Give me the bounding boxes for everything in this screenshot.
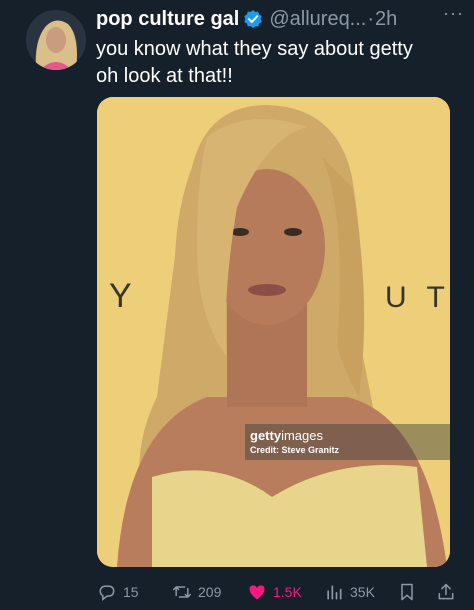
share-button[interactable] xyxy=(436,580,462,604)
views-count: 35K xyxy=(350,584,375,600)
watermark-credit: Credit: Steve Granitz xyxy=(250,445,340,455)
more-icon[interactable]: ··· xyxy=(443,3,464,24)
backdrop-letter-left: Y xyxy=(109,277,132,315)
timestamp[interactable]: 2h xyxy=(375,8,397,31)
views-button[interactable]: 35K xyxy=(324,580,375,604)
getty-watermark: gettyimages Credit: Steve Granitz xyxy=(245,424,450,460)
like-button[interactable]: 1.5K xyxy=(247,580,302,604)
tweet-header: pop culture gal @allureq... · 2h xyxy=(96,6,466,32)
like-count: 1.5K xyxy=(273,584,302,600)
like-icon xyxy=(249,585,265,600)
bookmark-button[interactable] xyxy=(397,580,423,604)
action-bar: 15 209 1.5K 35K xyxy=(92,580,472,606)
bookmark-icon xyxy=(401,583,413,601)
tweet-text-line: you know what they say about getty xyxy=(96,38,413,60)
watermark-brand: gettyimages xyxy=(250,428,323,443)
views-icon xyxy=(327,585,342,600)
repost-button[interactable]: 209 xyxy=(172,580,221,604)
tweet-photo[interactable]: Y U T Y gettyimages Credit: Steve Granit… xyxy=(97,97,450,567)
avatar[interactable] xyxy=(26,10,86,70)
reply-icon xyxy=(99,585,115,602)
repost-count: 209 xyxy=(198,584,222,600)
handle[interactable]: @allureq... xyxy=(269,8,366,31)
backdrop-letters-right: U T Y xyxy=(385,281,450,314)
separator: · xyxy=(367,7,375,30)
tweet-text: you know what they say about getty oh lo… xyxy=(96,36,466,90)
reply-button[interactable]: 15 xyxy=(97,580,139,604)
avatar-image xyxy=(26,10,86,70)
repost-icon xyxy=(172,586,192,598)
reply-count: 15 xyxy=(123,584,139,600)
verified-badge-icon xyxy=(243,9,263,29)
display-name[interactable]: pop culture gal xyxy=(96,8,239,31)
photo-illustration: Y U T Y xyxy=(97,97,450,567)
share-icon xyxy=(438,583,454,600)
tweet-text-line: oh look at that!! xyxy=(96,65,233,87)
